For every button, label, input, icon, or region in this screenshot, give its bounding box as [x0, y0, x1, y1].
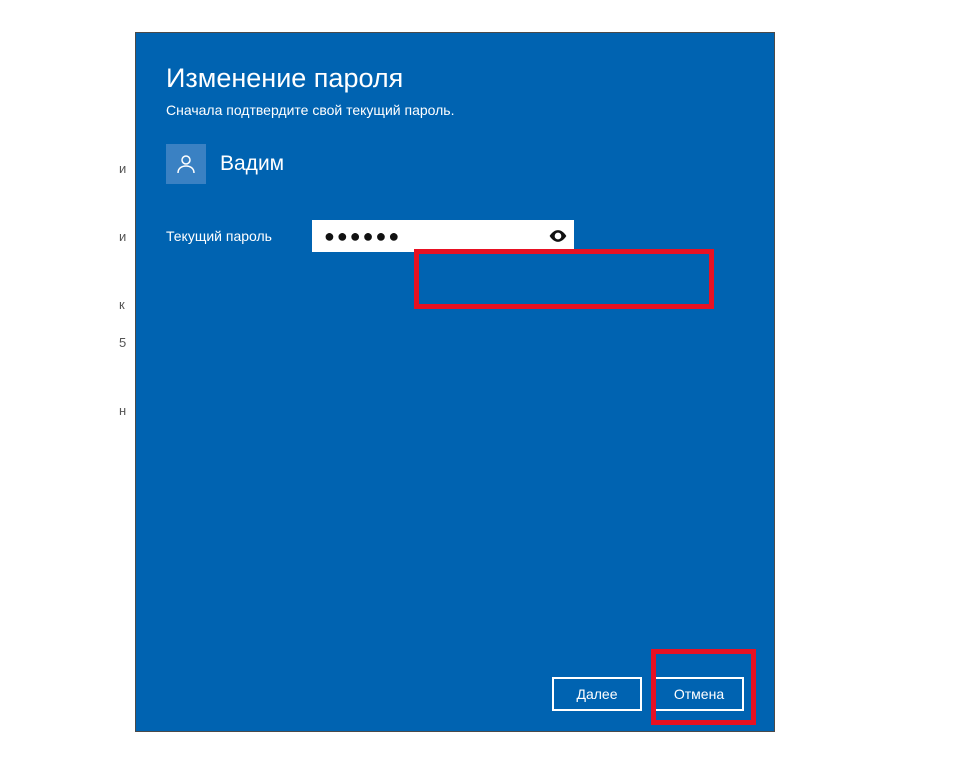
next-button[interactable]: Далее	[552, 677, 642, 711]
user-row: Вадим	[166, 144, 744, 184]
dialog-subtitle: Сначала подтвердите свой текущий пароль.	[166, 102, 744, 118]
reveal-password-button[interactable]	[546, 224, 570, 248]
eye-icon	[548, 226, 568, 246]
user-name: Вадим	[220, 152, 284, 176]
current-password-input[interactable]	[312, 220, 574, 252]
change-password-dialog: Изменение пароля Сначала подтвердите сво…	[135, 32, 775, 732]
person-icon	[174, 152, 198, 176]
current-password-row: Текущий пароль	[166, 220, 744, 252]
user-avatar	[166, 144, 206, 184]
dialog-title: Изменение пароля	[166, 63, 744, 94]
current-password-label: Текущий пароль	[166, 228, 312, 244]
password-input-wrapper	[312, 220, 574, 252]
dialog-button-row: Далее Отмена	[166, 677, 744, 711]
cancel-button[interactable]: Отмена	[654, 677, 744, 711]
